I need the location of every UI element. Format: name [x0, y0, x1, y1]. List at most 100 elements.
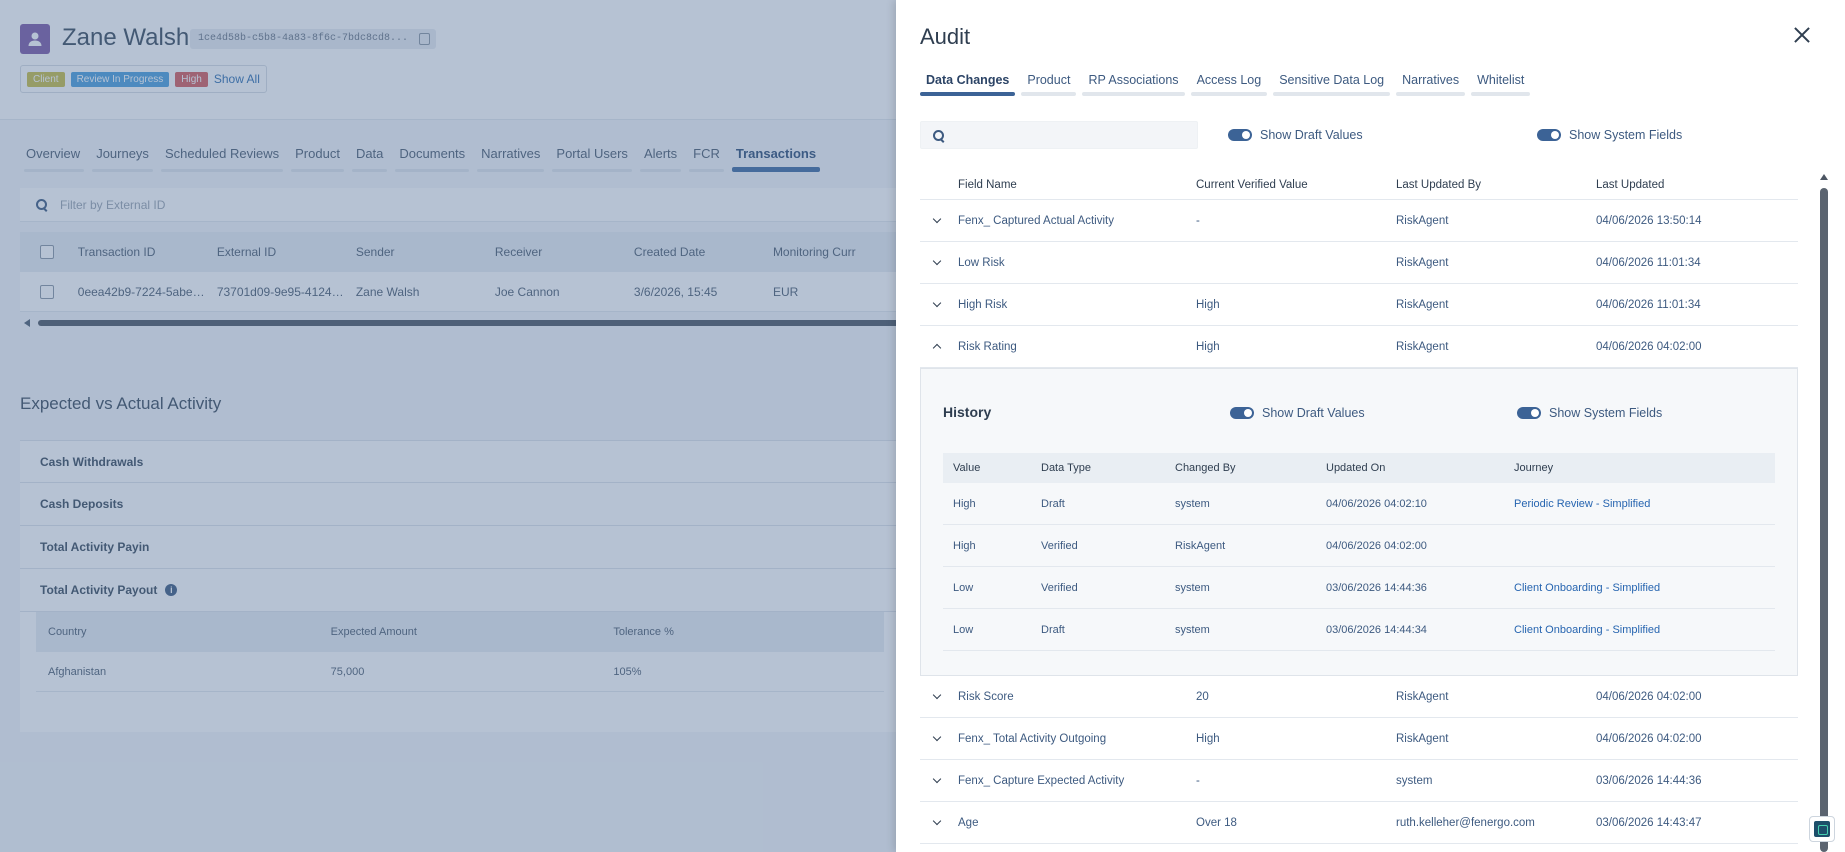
search-icon: [933, 130, 945, 142]
tab-rp-associations[interactable]: RP Associations: [1082, 73, 1185, 96]
tab-narratives[interactable]: Narratives: [1396, 73, 1466, 96]
column-header: Field Name: [958, 178, 1017, 191]
updated-by: RiskAgent: [1396, 214, 1449, 227]
chevron-up-icon[interactable]: [932, 343, 942, 353]
data-changes-table: Field Name Current Verified Value Last U…: [920, 170, 1798, 844]
history-show-system-label: Show System Fields: [1549, 406, 1663, 420]
updated-by: RiskAgent: [1396, 256, 1449, 269]
history-updated-on: 03/06/2026 14:44:34: [1326, 623, 1427, 636]
column-header: Updated On: [1326, 462, 1386, 474]
updated-by: RiskAgent: [1396, 690, 1449, 703]
updated-at: 03/06/2026 14:43:47: [1596, 816, 1702, 829]
show-draft-toggle-group: Show Draft Values: [1228, 128, 1363, 142]
updated-by: ruth.kelleher@fenergo.com: [1396, 816, 1535, 829]
table-row[interactable]: Fenx_ Captured Actual Activity - RiskAge…: [920, 200, 1798, 242]
tab-access-log[interactable]: Access Log: [1190, 73, 1268, 96]
updated-by: RiskAgent: [1396, 298, 1449, 311]
column-header: Data Type: [1041, 462, 1091, 474]
history-value: High: [953, 497, 976, 510]
history-row: High Draft system 04/06/2026 04:02:10 Pe…: [943, 483, 1775, 525]
close-icon[interactable]: [1793, 26, 1811, 44]
verified-value: High: [1196, 298, 1220, 311]
column-header: Last Updated: [1596, 178, 1665, 191]
journey-link[interactable]: Client Onboarding - Simplified: [1514, 582, 1764, 594]
tab-data-changes[interactable]: Data Changes: [920, 73, 1016, 96]
history-value: High: [953, 539, 976, 552]
search-input[interactable]: [951, 126, 1191, 146]
chevron-down-icon[interactable]: [932, 732, 942, 742]
table-row[interactable]: High Risk High RiskAgent 04/06/2026 11:0…: [920, 284, 1798, 326]
field-name: Age: [958, 816, 979, 829]
verified-value: High: [1196, 732, 1220, 745]
panel-title: Audit: [920, 24, 971, 49]
updated-by: system: [1396, 774, 1433, 787]
updated-by: RiskAgent: [1396, 732, 1449, 745]
column-header: Changed By: [1175, 462, 1236, 474]
history-title: History: [943, 404, 992, 420]
history-show-draft-toggle[interactable]: [1230, 407, 1254, 419]
table-row[interactable]: Risk Score 20 RiskAgent 04/06/2026 04:02…: [920, 676, 1798, 718]
audit-search: [920, 121, 1198, 149]
updated-at: 04/06/2026 11:01:34: [1596, 298, 1701, 311]
table-row[interactable]: Age Over 18 ruth.kelleher@fenergo.com 03…: [920, 802, 1798, 844]
column-header: Value: [953, 462, 981, 474]
table-row-expanded[interactable]: Risk Rating High RiskAgent 04/06/2026 04…: [920, 326, 1798, 368]
field-name: Fenx_ Total Activity Outgoing: [958, 732, 1107, 745]
history-draft-toggle-group: Show Draft Values: [1230, 406, 1365, 420]
field-name: Risk Rating: [958, 340, 1017, 353]
table-header: Field Name Current Verified Value Last U…: [920, 170, 1798, 200]
journey-link[interactable]: Client Onboarding - Simplified: [1514, 624, 1764, 636]
scroll-up-icon[interactable]: [1820, 174, 1828, 180]
history-changed-by: system: [1175, 497, 1210, 510]
show-system-toggle-group: Show System Fields: [1537, 128, 1682, 142]
history-row: High Verified RiskAgent 04/06/2026 04:02…: [943, 525, 1775, 567]
field-name: Low Risk: [958, 256, 1005, 269]
column-header: Last Updated By: [1396, 178, 1482, 191]
table-row[interactable]: Low Risk RiskAgent 04/06/2026 11:01:34: [920, 242, 1798, 284]
vertical-scrollbar[interactable]: [1819, 172, 1829, 852]
updated-at: 03/06/2026 14:44:36: [1596, 774, 1702, 787]
tab-whitelist[interactable]: Whitelist: [1471, 73, 1531, 96]
history-updated-on: 03/06/2026 14:44:36: [1326, 581, 1427, 594]
tab-sensitive-data-log[interactable]: Sensitive Data Log: [1273, 73, 1391, 96]
history-type: Draft: [1041, 623, 1065, 636]
history-updated-on: 04/06/2026 04:02:00: [1326, 539, 1427, 552]
column-header: Journey: [1514, 462, 1554, 474]
updated-at: 04/06/2026 13:50:14: [1596, 214, 1702, 227]
show-system-label: Show System Fields: [1569, 128, 1683, 142]
chevron-down-icon[interactable]: [932, 690, 942, 700]
updated-by: RiskAgent: [1396, 340, 1449, 353]
updated-at: 04/06/2026 11:01:34: [1596, 256, 1701, 269]
updated-at: 04/06/2026 04:02:00: [1596, 340, 1702, 353]
chevron-down-icon[interactable]: [932, 214, 942, 224]
field-name: Fenx_ Capture Expected Activity: [958, 774, 1125, 787]
history-type: Verified: [1041, 581, 1078, 594]
assistant-button[interactable]: [1809, 816, 1835, 842]
verified-value: 20: [1196, 690, 1209, 703]
history-updated-on: 04/06/2026 04:02:10: [1326, 497, 1427, 510]
table-row[interactable]: Fenx_ Capture Expected Activity - system…: [920, 760, 1798, 802]
journey-link[interactable]: Periodic Review - Simplified: [1514, 498, 1764, 510]
history-show-draft-label: Show Draft Values: [1262, 406, 1365, 420]
audit-tabs: Data Changes Product RP Associations Acc…: [920, 73, 1531, 96]
history-type: Verified: [1041, 539, 1078, 552]
history-panel: History Show Draft Values Show System Fi…: [920, 368, 1798, 676]
history-row: Low Verified system 03/06/2026 14:44:36 …: [943, 567, 1775, 609]
audit-panel: Audit Data Changes Product RP Associatio…: [896, 0, 1845, 852]
chevron-down-icon[interactable]: [932, 774, 942, 784]
scrollbar-thumb[interactable]: [1820, 188, 1828, 852]
show-draft-toggle[interactable]: [1228, 129, 1252, 141]
history-changed-by: system: [1175, 581, 1210, 594]
history-show-system-toggle[interactable]: [1517, 407, 1541, 419]
chevron-down-icon[interactable]: [932, 298, 942, 308]
table-row[interactable]: Fenx_ Total Activity Outgoing High RiskA…: [920, 718, 1798, 760]
updated-at: 04/06/2026 04:02:00: [1596, 690, 1702, 703]
chevron-down-icon[interactable]: [932, 816, 942, 826]
verified-value: Over 18: [1196, 816, 1237, 829]
show-system-toggle[interactable]: [1537, 129, 1561, 141]
field-name: High Risk: [958, 298, 1008, 311]
history-row: Low Draft system 03/06/2026 14:44:34 Cli…: [943, 609, 1775, 651]
field-name: Fenx_ Captured Actual Activity: [958, 214, 1114, 227]
chevron-down-icon[interactable]: [932, 256, 942, 266]
tab-product[interactable]: Product: [1021, 73, 1077, 96]
